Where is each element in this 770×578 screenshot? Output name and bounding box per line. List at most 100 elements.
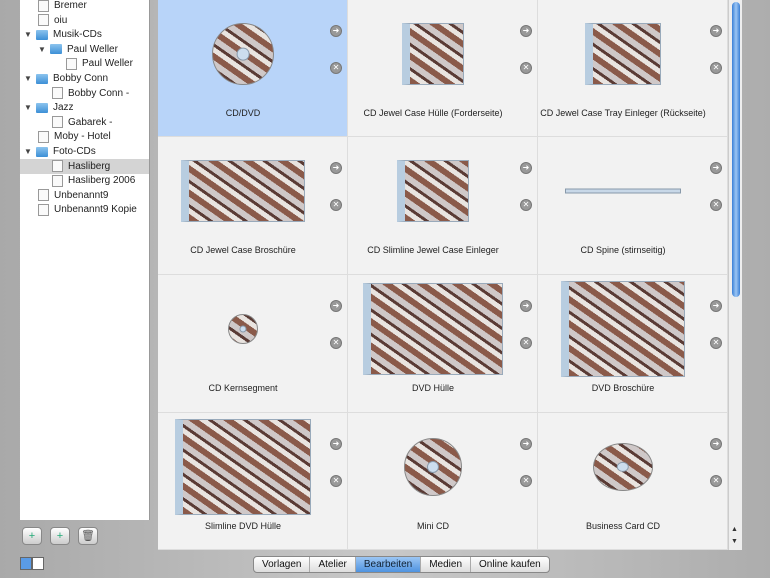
remove-icon[interactable]: ✕ [710,199,722,211]
remove-icon[interactable]: ✕ [330,337,342,349]
template-label: Slimline DVD Hülle [204,521,282,531]
template-label: Mini CD [416,521,449,531]
document-icon [52,116,63,129]
sidebar-item[interactable]: Hasliberg [20,158,149,174]
template-label: CD Slimline Jewel Case Einleger [367,245,499,255]
single-view-button[interactable] [32,557,44,570]
folder-icon [50,44,62,55]
remove-icon[interactable]: ✕ [520,337,532,349]
sidebar-item[interactable]: Unbenannt9 [38,188,109,203]
new-folder-button[interactable]: + [50,527,70,545]
sidebar-item[interactable]: ▼ Musik-CDs [24,27,102,42]
sidebar-item[interactable]: ▼ Jazz [24,100,74,115]
template-label: DVD Hülle [411,383,454,393]
template-grid: ➜ ✕ CD/DVD ➜ ✕ CD Jewel Case Hülle (Ford… [158,0,728,550]
sidebar-item[interactable]: ▼ Foto-CDs [24,144,96,159]
tab-vorlagen[interactable]: Vorlagen [254,557,311,572]
template-cell[interactable]: ➜ ✕ Business Card CD [538,413,728,550]
tab-bearbeiten[interactable]: Bearbeiten [355,557,422,572]
open-arrow-icon[interactable]: ➜ [710,438,722,450]
template-cell[interactable]: ➜ ✕ CD Kernsegment [158,275,348,413]
template-cell[interactable]: ➜ ✕ Slimline DVD Hülle [158,413,348,550]
sidebar-item[interactable]: oiu [38,13,67,28]
remove-icon[interactable]: ✕ [520,475,532,487]
template-cell[interactable]: ➜ ✕ CD Spine (stirnseitig) [538,137,728,275]
template-cell[interactable]: ➜ ✕ CD Jewel Case Hülle (Forderseite) [348,0,538,137]
open-arrow-icon[interactable]: ➜ [520,25,532,37]
template-cell[interactable]: ➜ ✕ DVD Broschüre [538,275,728,413]
tab-medien[interactable]: Medien [421,557,472,572]
sidebar-item-label: Hasliberg 2006 [68,175,136,187]
sidebar-item[interactable]: Paul Weller [66,56,133,71]
open-arrow-icon[interactable]: ➜ [710,25,722,37]
template-cell[interactable]: ➜ ✕ CD/DVD [158,0,348,137]
mode-tabs: Vorlagen Atelier Bearbeiten Medien Online ka… [253,556,550,573]
open-arrow-icon[interactable]: ➜ [520,438,532,450]
sidebar-item[interactable]: Unbenannt9 Kopie [38,202,137,217]
template-label: CD Spine (stirnseitig) [580,245,666,255]
sidebar-item[interactable]: ▼ Bobby Conn [24,71,108,86]
document-icon [38,130,49,143]
sidebar-item[interactable]: Gabarek - [52,115,112,130]
remove-icon[interactable]: ✕ [520,62,532,74]
folder-icon [36,73,48,84]
document-icon [52,174,63,187]
sidebar-item[interactable]: Hasliberg 2006 [52,173,135,188]
remove-icon[interactable]: ✕ [330,62,342,74]
scroll-up-arrow[interactable]: ▲ [731,526,738,533]
remove-icon[interactable]: ✕ [330,475,342,487]
disclosure-triangle-icon[interactable]: ▼ [24,103,36,112]
template-cell[interactable]: ➜ ✕ CD Jewel Case Broschüre [158,137,348,275]
sidebar-item[interactable]: ▼ Paul Weller [38,42,118,57]
disclosure-triangle-icon[interactable]: ▼ [38,45,50,54]
scroll-thumb[interactable] [732,2,740,297]
grid-view-button[interactable] [20,557,32,570]
open-arrow-icon[interactable]: ➜ [710,162,722,174]
new-document-button[interactable]: + [22,527,42,545]
open-arrow-icon[interactable]: ➜ [710,300,722,312]
template-cell[interactable]: ➜ ✕ CD Slimline Jewel Case Einleger [348,137,538,275]
sidebar-item[interactable]: Moby - Hotel [38,129,111,144]
open-arrow-icon[interactable]: ➜ [330,25,342,37]
remove-icon[interactable]: ✕ [330,199,342,211]
vertical-scrollbar[interactable]: ▲ ▼ [728,0,742,550]
remove-icon[interactable]: ✕ [520,199,532,211]
view-mode-toggle [20,557,44,570]
disclosure-triangle-icon[interactable]: ▼ [24,74,36,83]
template-thumbnail [397,160,469,222]
template-thumbnail [175,419,311,515]
tab-atelier[interactable]: Atelier [310,557,356,572]
template-cell[interactable]: ➜ ✕ Mini CD [348,413,538,550]
document-icon [38,14,49,27]
sidebar-item[interactable]: Bremer [38,0,87,13]
sidebar-item[interactable]: Bobby Conn - [52,86,129,101]
template-thumbnail [585,23,661,85]
template-label: CD/DVD [225,108,261,118]
open-arrow-icon[interactable]: ➜ [520,300,532,312]
sidebar-item-label: Paul Weller [67,43,118,55]
template-label: CD Kernsegment [208,383,278,393]
remove-icon[interactable]: ✕ [710,475,722,487]
remove-icon[interactable]: ✕ [710,62,722,74]
disclosure-triangle-icon[interactable]: ▼ [24,30,36,39]
sidebar-item-label: oiu [54,14,68,26]
disclosure-triangle-icon[interactable]: ▼ [24,147,36,156]
template-thumbnail [404,438,462,496]
sidebar-item-label: Paul Weller [82,58,133,70]
template-thumbnail [181,160,305,222]
template-cell[interactable]: ➜ ✕ CD Jewel Case Tray Einleger (Rücksei… [538,0,728,137]
open-arrow-icon[interactable]: ➜ [330,162,342,174]
tab-online-kaufen[interactable]: Online kaufen [471,557,549,572]
open-arrow-icon[interactable]: ➜ [330,300,342,312]
remove-icon[interactable]: ✕ [710,337,722,349]
trash-button[interactable]: 🗑 [78,527,98,545]
sidebar-item-label: Bobby Conn [53,73,109,84]
template-cell[interactable]: ➜ ✕ DVD Hülle [348,275,538,413]
folder-icon [36,29,48,40]
document-icon [38,189,49,202]
open-arrow-icon[interactable]: ➜ [520,162,532,174]
sidebar-item-label: Musik-CDs [53,29,102,41]
open-arrow-icon[interactable]: ➜ [330,438,342,450]
scroll-down-arrow[interactable]: ▼ [731,538,738,545]
template-thumbnail [593,443,653,491]
